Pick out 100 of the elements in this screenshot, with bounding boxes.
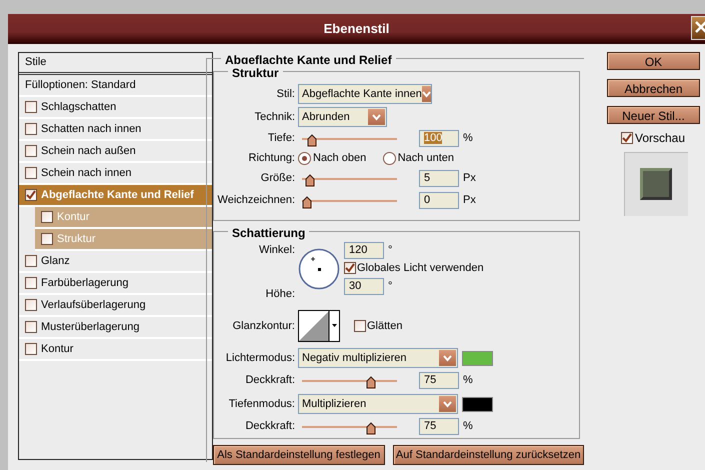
field-label: Richtung: bbox=[248, 150, 296, 166]
checkbox[interactable] bbox=[621, 132, 633, 144]
field-label: Größe: bbox=[260, 170, 296, 186]
number-field[interactable]: 75 bbox=[419, 418, 459, 434]
preview-thumbnail bbox=[624, 152, 688, 216]
checkbox[interactable] bbox=[25, 343, 37, 355]
checkbox[interactable] bbox=[25, 145, 37, 157]
checkbox-label: Glätten bbox=[367, 318, 402, 334]
close-button[interactable] bbox=[691, 16, 705, 40]
color-swatch[interactable] bbox=[462, 396, 493, 412]
caret-icon bbox=[368, 109, 385, 125]
item-label: Kontur bbox=[57, 210, 90, 225]
checkbox[interactable] bbox=[25, 299, 37, 311]
action-button[interactable]: Als Standardeinstellung festlegen bbox=[213, 445, 385, 465]
unit-label: % bbox=[462, 372, 473, 388]
checkbox[interactable] bbox=[25, 255, 37, 267]
number-field[interactable]: 5 bbox=[419, 170, 459, 186]
style-item[interactable]: Schein nach außen bbox=[19, 141, 212, 163]
window-title: Ebenenstil bbox=[324, 20, 390, 38]
checkbox[interactable] bbox=[25, 277, 37, 289]
unit-label: ° bbox=[387, 278, 392, 294]
style-item[interactable]: Farbüberlagerung bbox=[19, 273, 212, 295]
number-field[interactable]: 120 bbox=[344, 242, 384, 259]
item-label: Fülloptionen: Standard bbox=[25, 78, 136, 93]
checkbox[interactable] bbox=[25, 189, 37, 201]
checkbox[interactable] bbox=[25, 101, 37, 113]
field-label: Stil: bbox=[276, 86, 296, 102]
dropdown[interactable]: Negativ multiplizieren bbox=[298, 348, 458, 368]
item-label: Schein nach innen bbox=[41, 166, 132, 181]
slider-thumb[interactable] bbox=[304, 172, 315, 185]
field-label: Glanzkontur: bbox=[232, 318, 296, 334]
item-label: Struktur bbox=[57, 232, 96, 247]
slider-thumb[interactable] bbox=[366, 374, 376, 387]
field-label: Tiefe: bbox=[266, 130, 296, 146]
slider[interactable] bbox=[302, 194, 397, 206]
unit-label: ° bbox=[387, 243, 392, 258]
slider[interactable] bbox=[302, 172, 397, 184]
style-item[interactable]: Musterüberlagerung bbox=[19, 317, 212, 339]
caret-icon bbox=[439, 396, 456, 412]
dropdown[interactable]: Abrunden bbox=[298, 107, 387, 127]
item-label: Musterüberlagerung bbox=[41, 320, 140, 335]
number-field[interactable]: 30 bbox=[344, 278, 384, 294]
slider[interactable] bbox=[302, 374, 397, 386]
list-header: Stile bbox=[19, 53, 212, 75]
number-field[interactable]: 75 bbox=[419, 372, 459, 388]
radio-button[interactable]: Nach oben bbox=[298, 150, 366, 166]
dialog-button[interactable]: Abbrechen bbox=[607, 79, 700, 97]
slider-thumb[interactable] bbox=[366, 420, 376, 433]
item-label: Schein nach außen bbox=[41, 144, 136, 159]
unit-label: Px bbox=[462, 170, 476, 186]
caret-icon bbox=[439, 350, 456, 366]
checkbox[interactable] bbox=[344, 262, 356, 274]
action-button[interactable]: Auf Standardeinstellung zurücksetzen bbox=[392, 445, 584, 465]
field-label: Technik: bbox=[254, 110, 296, 125]
number-field[interactable]: 0 bbox=[419, 192, 459, 208]
field-label: Tiefenmodus: bbox=[228, 396, 296, 412]
item-label: Kontur bbox=[41, 342, 74, 357]
style-item[interactable]: Verlaufsüberlagerung bbox=[19, 295, 212, 317]
unit-label: Px bbox=[462, 192, 476, 208]
radio-button[interactable]: Nach unten bbox=[382, 150, 454, 166]
dialog-button[interactable]: OK bbox=[607, 52, 700, 70]
checkbox[interactable] bbox=[41, 233, 53, 245]
item-label: Abgeflachte Kante und Relief bbox=[41, 188, 194, 203]
checkbox[interactable] bbox=[354, 320, 366, 332]
field-label: Höhe: bbox=[264, 286, 296, 302]
dialog-button[interactable]: Neuer Stil... bbox=[607, 106, 700, 124]
unit-label: % bbox=[462, 130, 473, 146]
field-label: Weichzeichnen: bbox=[216, 192, 296, 208]
style-item[interactable]: Schlagschatten bbox=[19, 97, 212, 119]
style-item[interactable]: Fülloptionen: Standard bbox=[19, 75, 212, 97]
contour-picker[interactable] bbox=[298, 310, 340, 342]
dropdown[interactable]: Multiplizieren bbox=[298, 394, 458, 414]
slider-thumb[interactable] bbox=[307, 132, 318, 145]
angle-dial[interactable] bbox=[298, 248, 340, 290]
checkbox-label: Globales Licht verwenden bbox=[357, 261, 484, 276]
slider[interactable] bbox=[302, 132, 397, 144]
field-label: Deckkraft: bbox=[244, 372, 296, 388]
item-label: Verlaufsüberlagerung bbox=[41, 298, 146, 313]
style-item[interactable]: Schatten nach innen bbox=[19, 119, 212, 141]
checkbox[interactable] bbox=[25, 123, 37, 135]
field-label: Deckkraft: bbox=[244, 418, 296, 434]
item-label: Schatten nach innen bbox=[41, 122, 142, 137]
slider-thumb[interactable] bbox=[302, 194, 312, 207]
item-label: Schlagschatten bbox=[41, 100, 116, 115]
number-field[interactable]: 100 bbox=[419, 130, 459, 146]
unit-label: % bbox=[462, 418, 473, 434]
style-item[interactable]: Kontur bbox=[19, 339, 212, 361]
style-item[interactable]: Abgeflachte Kante und Relief bbox=[19, 185, 212, 207]
item-label: Glanz bbox=[41, 254, 70, 269]
field-label: Lichtermodus: bbox=[224, 350, 296, 366]
checkbox[interactable] bbox=[25, 167, 37, 179]
checkbox[interactable] bbox=[25, 321, 37, 333]
caret-icon bbox=[422, 86, 431, 102]
checkbox[interactable] bbox=[41, 211, 53, 223]
slider[interactable] bbox=[302, 420, 397, 432]
field-label: Winkel: bbox=[258, 243, 296, 258]
color-swatch[interactable] bbox=[462, 350, 493, 366]
checkbox-label: Vorschau bbox=[635, 130, 686, 147]
dropdown[interactable]: Abgeflachte Kante innen bbox=[298, 84, 432, 104]
style-item[interactable]: Glanz bbox=[19, 251, 212, 273]
